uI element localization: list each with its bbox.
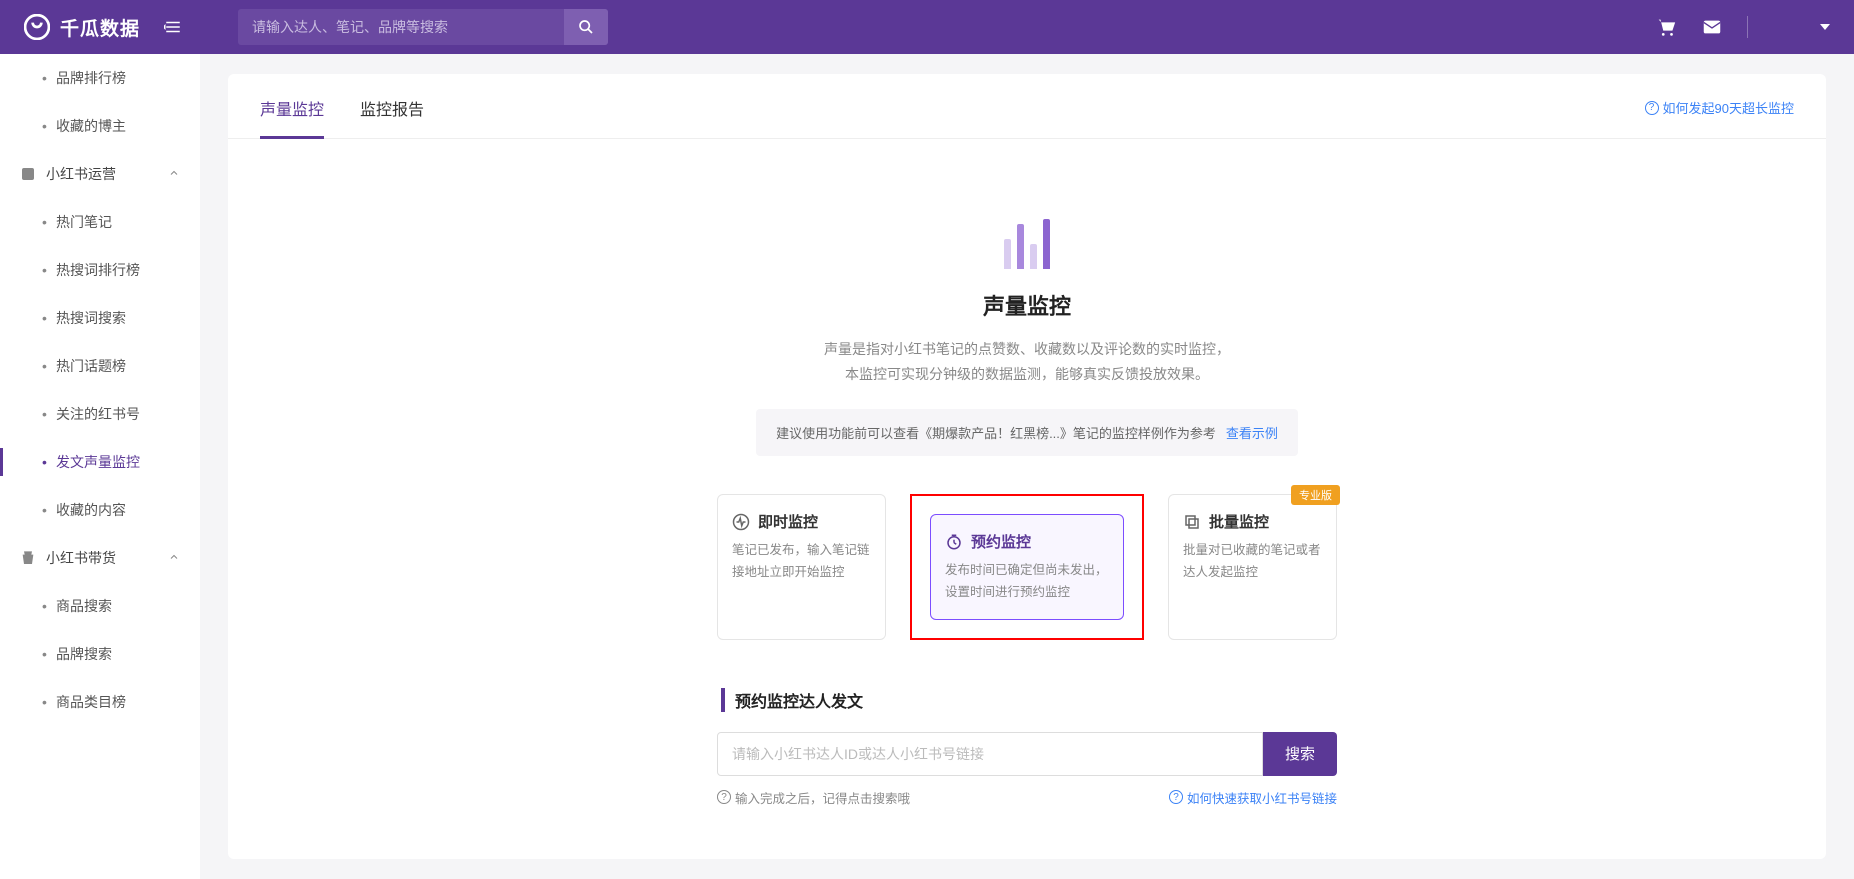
option-scheduled-monitor[interactable]: 预约监控 发布时间已确定但尚未发出，设置时间进行预约监控 bbox=[930, 514, 1124, 620]
highlight-frame: 预约监控 发布时间已确定但尚未发出，设置时间进行预约监控 bbox=[910, 494, 1144, 640]
brand-name: 千瓜数据 bbox=[60, 14, 140, 41]
help-link-90day[interactable]: ? 如何发起90天超长监控 bbox=[1645, 98, 1794, 117]
sidebar-item-fav-blogger[interactable]: 收藏的博主 bbox=[0, 102, 200, 150]
sidebar-item-hot-topic-rank[interactable]: 热门话题榜 bbox=[0, 342, 200, 390]
hero-illustration bbox=[977, 209, 1077, 269]
sidebar-item-product-search[interactable]: 商品搜索 bbox=[0, 582, 200, 630]
option-title: 即时监控 bbox=[758, 511, 818, 532]
tip-text: 如何快速获取小红书号链接 bbox=[1187, 788, 1337, 807]
tips-row: ? 输入完成之后，记得点击搜索哦 ? 如何快速获取小红书号链接 bbox=[717, 788, 1337, 807]
sidebar-item-volume-monitor[interactable]: 发文声量监控 bbox=[0, 438, 200, 486]
help-icon: ? bbox=[1645, 101, 1659, 115]
tab-monitor-report[interactable]: 监控报告 bbox=[360, 96, 424, 138]
daren-search-button[interactable]: 搜索 bbox=[1263, 732, 1337, 776]
card: 声量监控 监控报告 ? 如何发起90天超长监控 声量监控 声量是指对小红书笔记的… bbox=[228, 74, 1826, 859]
id-input-row: 搜索 bbox=[717, 732, 1337, 776]
hint-text: 建议使用功能前可以查看《期爆款产品！红黑榜...》笔记的监控样例作为参考 bbox=[776, 423, 1216, 442]
batch-icon bbox=[1183, 513, 1201, 531]
view-example-link[interactable]: 查看示例 bbox=[1226, 423, 1278, 442]
global-search bbox=[238, 9, 608, 45]
tip-left: ? 输入完成之后，记得点击搜索哦 bbox=[717, 788, 910, 807]
chevron-up-icon bbox=[168, 166, 180, 182]
sidebar-item-followed-accounts[interactable]: 关注的红书号 bbox=[0, 390, 200, 438]
commerce-icon bbox=[20, 550, 36, 566]
logo-icon bbox=[24, 14, 50, 40]
option-title: 预约监控 bbox=[971, 531, 1031, 552]
option-batch-monitor[interactable]: 专业版 批量监控 批量对已收藏的笔记或者达人发起监控 bbox=[1168, 494, 1337, 640]
sidebar-group-operation[interactable]: 小红书运营 bbox=[0, 150, 200, 198]
tip-text: 输入完成之后，记得点击搜索哦 bbox=[735, 788, 910, 807]
tip-right-link[interactable]: ? 如何快速获取小红书号链接 bbox=[1169, 788, 1337, 807]
mail-button[interactable] bbox=[1701, 16, 1723, 38]
hint-box: 建议使用功能前可以查看《期爆款产品！红黑榜...》笔记的监控样例作为参考 查看示… bbox=[756, 409, 1298, 456]
sidebar-group-commerce[interactable]: 小红书带货 bbox=[0, 534, 200, 582]
search-input[interactable] bbox=[238, 19, 564, 35]
sidebar-toggle-button[interactable] bbox=[164, 18, 182, 36]
sidebar-group-label: 小红书运营 bbox=[46, 164, 116, 184]
tabs: 声量监控 监控报告 ? 如何发起90天超长监控 bbox=[228, 74, 1826, 139]
option-instant-monitor[interactable]: 即时监控 笔记已发布，输入笔记链接地址立即开始监控 bbox=[717, 494, 886, 640]
sidebar-item-fav-content[interactable]: 收藏的内容 bbox=[0, 486, 200, 534]
top-header: 千瓜数据 bbox=[0, 0, 1854, 54]
option-desc: 发布时间已确定但尚未发出，设置时间进行预约监控 bbox=[945, 560, 1109, 603]
section-title: 预约监控达人发文 bbox=[721, 688, 1337, 712]
cart-icon bbox=[1655, 16, 1677, 38]
content: 声量监控 声量是指对小红书笔记的点赞数、收藏数以及评论数的实时监控， 本监控可实… bbox=[228, 139, 1826, 837]
option-desc: 批量对已收藏的笔记或者达人发起监控 bbox=[1183, 540, 1322, 583]
caret-down-icon bbox=[1820, 24, 1830, 30]
sidebar-item-brand-search[interactable]: 品牌搜索 bbox=[0, 630, 200, 678]
cart-button[interactable] bbox=[1655, 16, 1677, 38]
sidebar: 品牌排行榜 收藏的博主 小红书运营 热门笔记 热搜词排行榜 热搜词搜索 热门话题… bbox=[0, 54, 200, 879]
monitor-options: 即时监控 笔记已发布，输入笔记链接地址立即开始监控 预约监控 发布时间已确定但尚… bbox=[717, 494, 1337, 640]
help-icon: ? bbox=[1169, 790, 1183, 804]
pulse-icon bbox=[732, 513, 750, 531]
user-menu[interactable] bbox=[1772, 24, 1830, 30]
sidebar-item-hot-notes[interactable]: 热门笔记 bbox=[0, 198, 200, 246]
search-button[interactable] bbox=[564, 9, 608, 45]
logo[interactable]: 千瓜数据 bbox=[24, 14, 140, 41]
hero-title: 声量监控 bbox=[717, 289, 1337, 321]
header-right bbox=[1655, 16, 1830, 38]
sidebar-item-category-rank[interactable]: 商品类目榜 bbox=[0, 678, 200, 726]
daren-id-input[interactable] bbox=[717, 732, 1263, 776]
pro-badge: 专业版 bbox=[1291, 485, 1340, 505]
main-content: 声量监控 监控报告 ? 如何发起90天超长监控 声量监控 声量是指对小红书笔记的… bbox=[200, 54, 1854, 879]
header-divider bbox=[1747, 16, 1748, 38]
menu-collapse-icon bbox=[164, 18, 182, 36]
operation-icon bbox=[20, 166, 36, 182]
tab-volume-monitor[interactable]: 声量监控 bbox=[260, 96, 324, 138]
chevron-up-icon bbox=[168, 550, 180, 566]
mail-icon bbox=[1701, 16, 1723, 38]
help-icon: ? bbox=[717, 790, 731, 804]
sidebar-item-hot-word-rank[interactable]: 热搜词排行榜 bbox=[0, 246, 200, 294]
sidebar-item-hot-word-search[interactable]: 热搜词搜索 bbox=[0, 294, 200, 342]
hero-desc-line1: 声量是指对小红书笔记的点赞数、收藏数以及评论数的实时监控， bbox=[717, 337, 1337, 362]
hero-desc-line2: 本监控可实现分钟级的数据监测，能够真实反馈投放效果。 bbox=[717, 362, 1337, 387]
option-desc: 笔记已发布，输入笔记链接地址立即开始监控 bbox=[732, 540, 871, 583]
sidebar-item-brand-rank[interactable]: 品牌排行榜 bbox=[0, 54, 200, 102]
hero-description: 声量是指对小红书笔记的点赞数、收藏数以及评论数的实时监控， 本监控可实现分钟级的… bbox=[717, 337, 1337, 387]
sidebar-group-label: 小红书带货 bbox=[46, 548, 116, 568]
search-icon bbox=[578, 19, 594, 35]
help-link-label: 如何发起90天超长监控 bbox=[1663, 98, 1794, 117]
option-title: 批量监控 bbox=[1209, 511, 1269, 532]
clock-icon bbox=[945, 533, 963, 551]
